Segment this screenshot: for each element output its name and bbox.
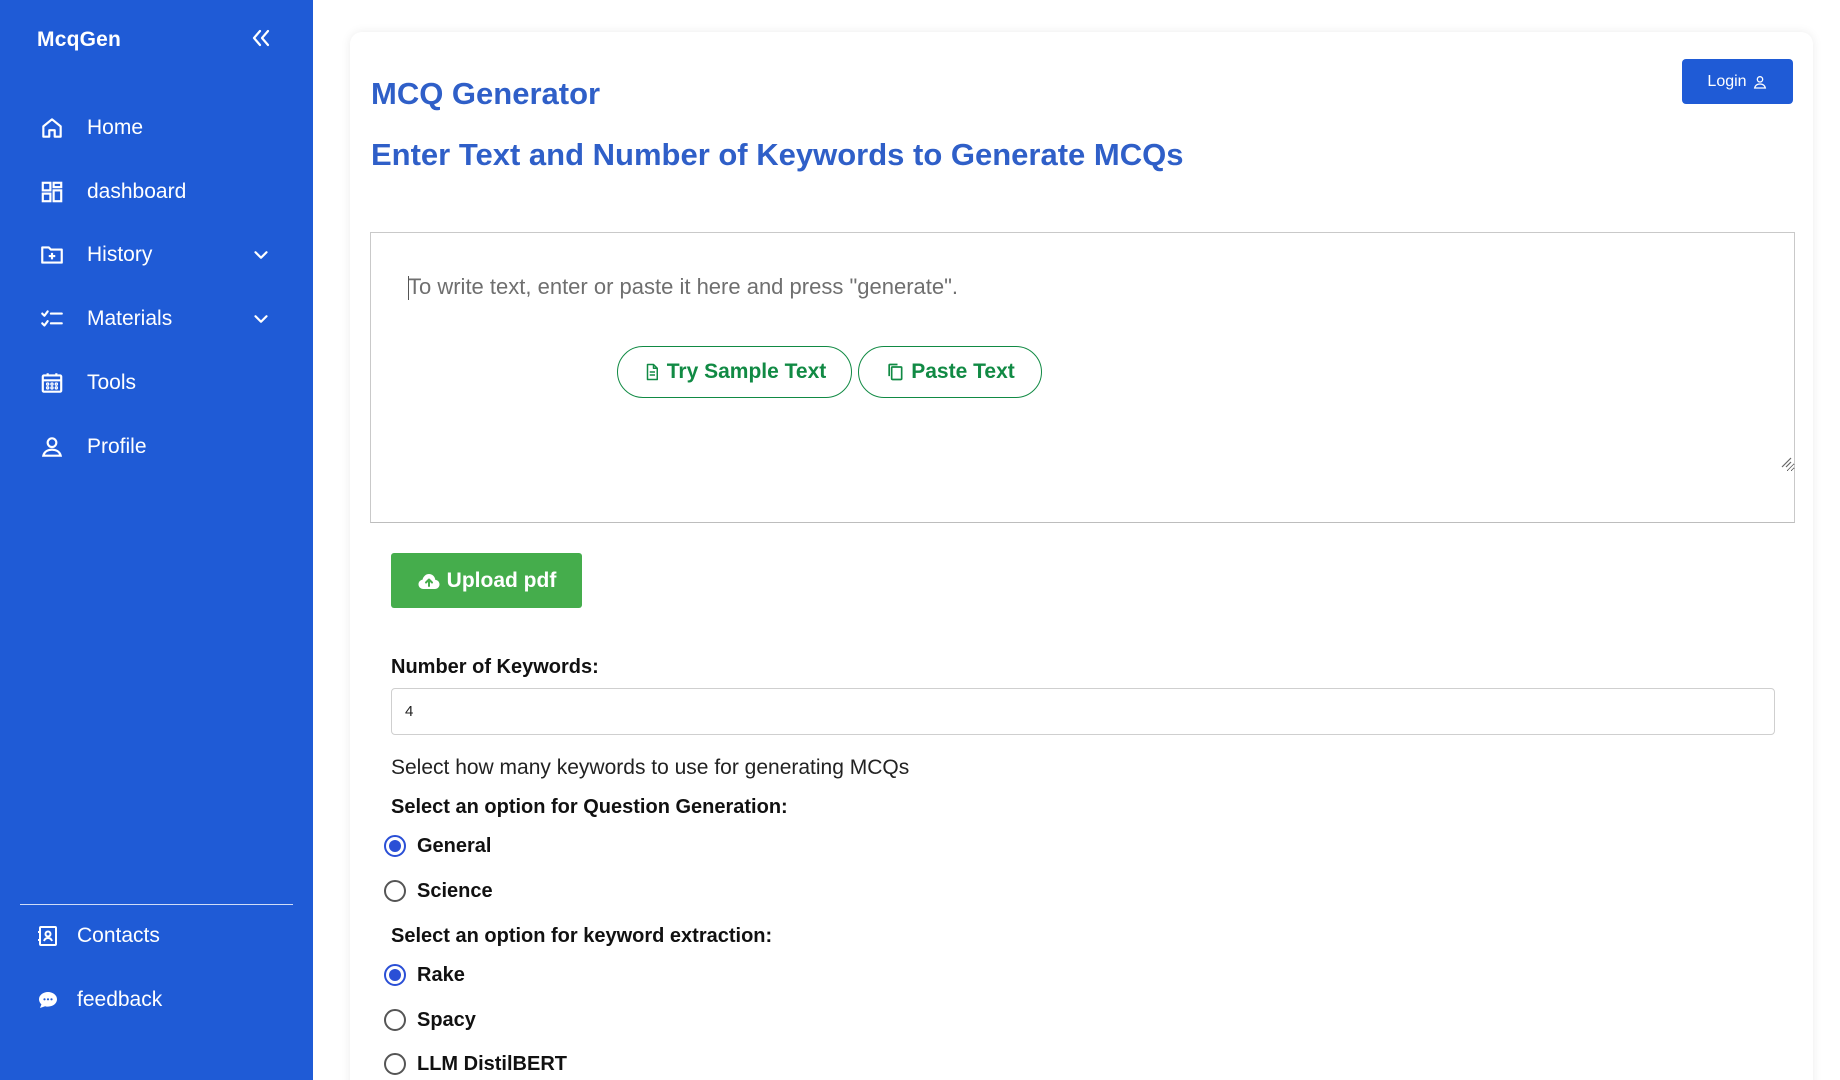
- radio-general[interactable]: General: [384, 831, 491, 861]
- radio-button[interactable]: [384, 835, 406, 857]
- cloud-upload-icon: [418, 573, 440, 589]
- clipboard-icon: [888, 363, 903, 381]
- collapse-sidebar-button[interactable]: [248, 26, 274, 50]
- sidebar-item-label: dashboard: [87, 180, 187, 203]
- sidebar-item-label: feedback: [77, 988, 163, 1011]
- sidebar: McqGen Home dashboard History Materials: [0, 0, 313, 1080]
- text-caret: [408, 276, 409, 300]
- keyword-extraction-label: Select an option for keyword extraction:: [391, 925, 773, 947]
- resize-handle-icon[interactable]: [1780, 456, 1792, 468]
- radio-button[interactable]: [384, 1009, 406, 1031]
- paste-text-label: Paste Text: [911, 360, 1015, 383]
- sidebar-item-label: Home: [87, 116, 144, 139]
- sidebar-item-materials[interactable]: Materials: [0, 293, 313, 345]
- folder-plus-icon: [38, 241, 66, 269]
- page-title: MCQ Generator: [371, 76, 601, 111]
- question-generation-label: Select an option for Question Generation…: [391, 796, 788, 818]
- try-sample-text-button[interactable]: Try Sample Text: [617, 346, 852, 398]
- checklist-icon: [38, 305, 66, 333]
- text-input[interactable]: [370, 232, 1795, 472]
- sidebar-item-contacts[interactable]: Contacts: [0, 912, 313, 960]
- radio-science[interactable]: Science: [384, 876, 493, 906]
- sidebar-item-history[interactable]: History: [0, 229, 313, 281]
- radio-label: General: [417, 834, 492, 857]
- keywords-label: Number of Keywords:: [391, 656, 599, 678]
- sidebar-divider: [20, 904, 293, 905]
- radio-label: LLM DistilBERT: [417, 1052, 567, 1075]
- sidebar-item-home[interactable]: Home: [0, 102, 313, 154]
- chevron-down-icon: [254, 315, 268, 323]
- upload-pdf-label: Upload pdf: [446, 568, 557, 592]
- document-icon: [646, 363, 658, 381]
- sidebar-item-label: Contacts: [77, 924, 160, 947]
- sidebar-item-dashboard[interactable]: dashboard: [0, 166, 313, 218]
- keywords-helper-text: Select how many keywords to use for gene…: [391, 756, 910, 779]
- sidebar-item-label: History: [87, 243, 153, 266]
- sidebar-item-label: Profile: [87, 435, 147, 458]
- radio-spacy[interactable]: Spacy: [384, 1005, 476, 1035]
- login-label: Login: [1707, 72, 1747, 90]
- contacts-icon: [35, 923, 61, 949]
- user-icon: [1753, 75, 1766, 89]
- chevron-down-icon: [254, 251, 268, 259]
- upload-pdf-button[interactable]: Upload pdf: [391, 553, 582, 608]
- double-chevron-left-icon: [252, 29, 270, 47]
- radio-label: Science: [417, 879, 493, 902]
- dashboard-icon: [38, 178, 66, 206]
- sidebar-item-label: Tools: [87, 371, 137, 394]
- chat-icon: [35, 987, 61, 1013]
- sidebar-item-label: Materials: [87, 307, 173, 330]
- calendar-icon: [38, 369, 66, 397]
- radio-rake[interactable]: Rake: [384, 960, 465, 990]
- radio-button[interactable]: [384, 880, 406, 902]
- sidebar-item-tools[interactable]: Tools: [0, 357, 313, 409]
- radio-label: Rake: [417, 963, 465, 986]
- page-subtitle: Enter Text and Number of Keywords to Gen…: [371, 137, 1184, 172]
- radio-button[interactable]: [384, 964, 406, 986]
- radio-button[interactable]: [384, 1053, 406, 1075]
- sidebar-item-feedback[interactable]: feedback: [0, 976, 313, 1024]
- user-icon: [38, 433, 66, 461]
- home-icon: [38, 114, 66, 142]
- sidebar-item-profile[interactable]: Profile: [0, 421, 313, 473]
- login-button[interactable]: Login: [1682, 59, 1793, 104]
- try-sample-text-label: Try Sample Text: [666, 360, 827, 383]
- keywords-input[interactable]: [391, 688, 1775, 735]
- brand-logo[interactable]: McqGen: [37, 28, 121, 52]
- radio-label: Spacy: [417, 1008, 476, 1031]
- paste-text-button[interactable]: Paste Text: [858, 346, 1042, 398]
- radio-llm-distilbert[interactable]: LLM DistilBERT: [384, 1049, 567, 1079]
